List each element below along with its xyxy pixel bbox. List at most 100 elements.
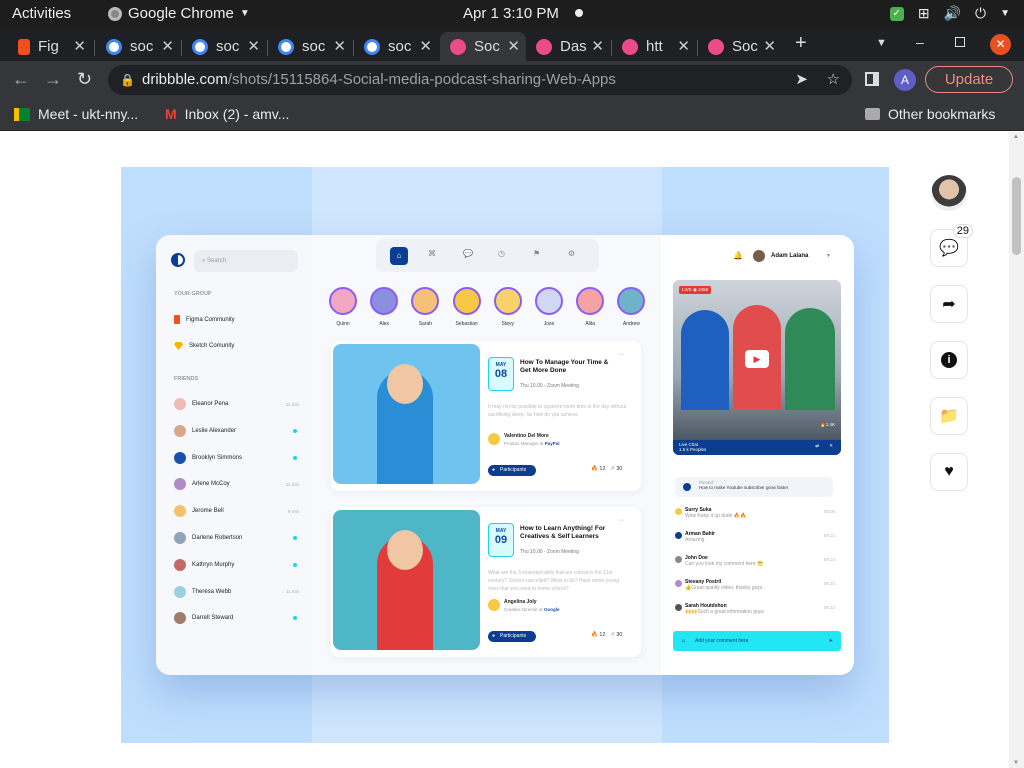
save-button[interactable]: 📁 <box>930 397 968 435</box>
friend-row[interactable]: Darlene Robertson <box>174 532 299 544</box>
restore-icon[interactable] <box>955 37 965 47</box>
activities-button[interactable]: Activities <box>12 5 71 22</box>
friend-row[interactable]: Leslie Alexander <box>174 424 299 437</box>
scroll-down-icon[interactable]: ▼ <box>1013 760 1019 766</box>
story-item[interactable]: Sebastian <box>451 287 483 327</box>
friend-row[interactable]: Brooklyn Simmons <box>174 451 299 464</box>
forward-icon[interactable]: → <box>44 69 62 90</box>
share-button[interactable]: ➦ <box>930 285 968 323</box>
friend-row[interactable]: Jerome Bell 9 min <box>174 505 299 518</box>
friend-row[interactable]: Theresa Webb 11 min <box>174 585 299 598</box>
details-button[interactable]: i <box>930 341 968 379</box>
event-title[interactable]: How to Learn Anything! For Creatives & S… <box>520 525 620 541</box>
live-video[interactable]: LIVE ◉ 2456 ▶ 🔥1.4K Live Chat 1.5 k Peop… <box>673 280 841 455</box>
notification-bell-icon[interactable]: 🔔 <box>733 251 743 260</box>
tab-2[interactable]: soc ✕ <box>182 32 266 61</box>
close-icon[interactable]: ✕ <box>161 37 174 55</box>
story-item[interactable]: Jose <box>533 287 565 327</box>
tab-7[interactable]: htt ✕ <box>612 32 696 61</box>
bookmark-other[interactable]: Other bookmarks <box>865 106 995 122</box>
close-icon[interactable]: ✕ <box>763 37 776 55</box>
close-window-icon[interactable]: ✕ <box>990 34 1011 55</box>
tab-search-icon[interactable]: ▼ <box>876 37 887 49</box>
profile-avatar[interactable]: A <box>894 69 916 91</box>
group-item[interactable]: Figma Community <box>174 315 299 324</box>
bookmark-inbox[interactable]: M Inbox (2) - amv... <box>165 106 289 122</box>
participants-button[interactable]: ● Participants <box>488 631 536 642</box>
group-item[interactable]: Sketch Comunity <box>174 342 299 350</box>
tab-0[interactable]: Fig ✕ <box>8 32 92 61</box>
story-item[interactable]: Andrew <box>615 287 647 327</box>
side-panel-icon[interactable] <box>865 72 879 86</box>
close-icon[interactable]: ✕ <box>247 37 260 55</box>
clock[interactable]: Apr 1 3:10 PM <box>463 5 559 22</box>
participants-button[interactable]: ● Participants <box>488 465 536 476</box>
new-tab-icon[interactable]: + <box>795 32 807 55</box>
user-menu-chevron-icon[interactable]: ▼ <box>826 253 831 259</box>
like-button[interactable]: ♥ <box>930 453 968 491</box>
friend-row[interactable]: Kathryn Murphy <box>174 558 299 571</box>
pinned-message[interactable]: Pinned How to make Youtube subscriber gr… <box>675 477 833 497</box>
app-menu[interactable]: Google Chrome ▼ <box>108 5 250 22</box>
page-scrollbar[interactable]: ▲ ▼ <box>1009 132 1024 768</box>
close-icon[interactable]: ✕ <box>677 37 690 55</box>
comment-button[interactable]: 💬 29 <box>930 224 973 267</box>
system-tray[interactable]: ✓ ⊞ 🔊 ⏻ ▼ <box>889 5 1010 22</box>
story-item[interactable]: Quinn <box>327 287 359 327</box>
chat-message[interactable]: Sarah Houtdshon 🙌🙌Such a great informati… <box>675 603 835 615</box>
minimize-icon[interactable]: – <box>916 34 924 50</box>
send-comment-icon[interactable]: ➤ <box>829 631 833 651</box>
chat-message[interactable]: Arman Bahir Amazing 09:10 <box>675 531 835 543</box>
tab-1[interactable]: soc ✕ <box>96 32 180 61</box>
close-chat-icon[interactable]: ✕ <box>829 443 833 449</box>
author-avatar[interactable] <box>931 175 967 211</box>
flag-icon[interactable]: ⚑ <box>533 249 540 258</box>
emoji-icon[interactable]: ☺ <box>681 631 686 651</box>
event-title[interactable]: How To Manage Your Time & Get More Done <box>520 359 620 375</box>
send-icon[interactable]: ➤ <box>795 65 808 95</box>
more-options-icon[interactable]: ··· <box>618 517 625 524</box>
chat-message[interactable]: Surry Suka Wow Keep it up dude 🔥🔥 09:00 <box>675 507 835 519</box>
bookmark-star-icon[interactable]: ☆ <box>827 65 840 95</box>
scroll-up-icon[interactable]: ▲ <box>1013 134 1019 140</box>
event-card[interactable]: MAY 08 How To Manage Your Time & Get Mor… <box>331 341 641 491</box>
swap-icon[interactable]: ⇄ <box>815 443 819 449</box>
close-icon[interactable]: ✕ <box>419 37 432 55</box>
friend-row[interactable]: Eleanor Pena 11 min <box>174 398 299 410</box>
reload-icon[interactable]: ↻ <box>77 69 92 90</box>
close-icon[interactable]: ✕ <box>333 37 346 55</box>
bookmark-meet[interactable]: Meet - ukt-nny... <box>14 106 138 122</box>
tab-4[interactable]: soc ✕ <box>354 32 438 61</box>
update-button[interactable]: Update <box>925 66 1013 93</box>
comment-input[interactable]: Add your comment here <box>695 638 748 644</box>
back-icon[interactable]: ← <box>12 69 30 90</box>
close-icon[interactable]: ✕ <box>507 37 520 55</box>
community-icon[interactable]: ⌘ <box>428 249 436 258</box>
close-icon[interactable]: ✕ <box>73 37 86 55</box>
story-item[interactable]: Alex <box>368 287 400 327</box>
chat-message[interactable]: Stevany Postril 👍Great quality video. th… <box>675 579 835 591</box>
settings-icon[interactable]: ⚙ <box>568 249 575 258</box>
home-icon[interactable]: ⌂ <box>390 247 408 265</box>
more-options-icon[interactable]: ··· <box>618 351 625 358</box>
tab-5-active[interactable]: Soc ✕ <box>440 32 526 61</box>
chat-message[interactable]: John Doe Can you look my comment here 😁 … <box>675 555 835 567</box>
live-chat-bar[interactable]: Live Chat 1.5 k Peoples ⇄ ✕ <box>673 440 841 455</box>
clock-icon[interactable]: ◷ <box>498 249 505 258</box>
user-avatar[interactable] <box>753 250 765 262</box>
tab-6[interactable]: Das ✕ <box>526 32 610 61</box>
story-item[interactable]: Alita <box>574 287 606 327</box>
event-card[interactable]: MAY 09 How to Learn Anything! For Creati… <box>331 507 641 657</box>
close-icon[interactable]: ✕ <box>591 37 604 55</box>
scroll-thumb[interactable] <box>1012 177 1021 255</box>
search-box[interactable]: ⌕ Search <box>194 250 298 272</box>
comment-bar[interactable]: ☺ Add your comment here ➤ <box>673 631 841 651</box>
story-item[interactable]: Sarah <box>409 287 441 327</box>
story-item[interactable]: Stevy <box>492 287 524 327</box>
tab-8[interactable]: Soc ✕ <box>698 32 782 61</box>
tab-3[interactable]: soc ✕ <box>268 32 352 61</box>
user-name[interactable]: Adam Lalana <box>771 253 808 259</box>
address-bar[interactable]: 🔒 dribbble.com/shots/15115864-Social-med… <box>108 65 852 95</box>
chat-icon[interactable]: 💬 <box>463 249 473 258</box>
friend-row[interactable]: Arlene McCoy 11 min <box>174 478 299 491</box>
